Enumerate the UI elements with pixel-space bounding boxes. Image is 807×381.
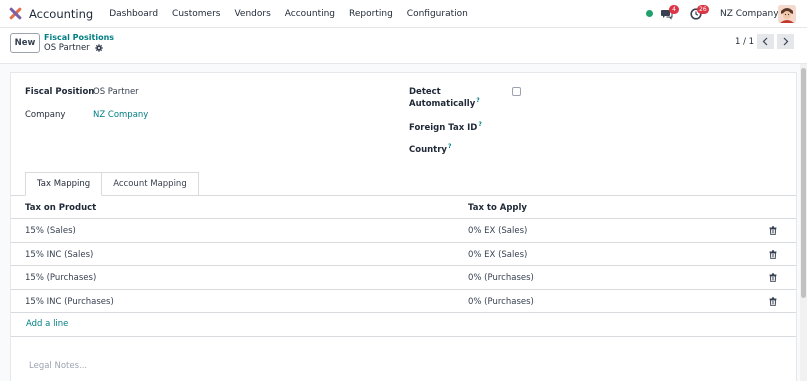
app-logo-icon: [9, 7, 22, 20]
form-sheet: Fiscal Position OS Partner Company NZ Co…: [10, 72, 797, 381]
add-line-link[interactable]: Add a line: [26, 319, 68, 329]
tax-on-product-cell[interactable]: 15% (Sales): [25, 226, 76, 236]
trash-icon[interactable]: [769, 226, 777, 235]
legal-notes-field[interactable]: Legal Notes...: [29, 361, 87, 371]
detect-automatically-checkbox[interactable]: [512, 87, 521, 96]
tax-to-apply-cell[interactable]: 0% EX (Sales): [468, 226, 527, 236]
country-label: Country?: [409, 143, 451, 155]
new-button[interactable]: New: [10, 33, 40, 53]
help-icon[interactable]: ?: [478, 121, 481, 128]
help-icon[interactable]: ?: [476, 97, 479, 104]
fiscal-position-label: Fiscal Position: [25, 87, 95, 97]
fiscal-position-field[interactable]: OS Partner: [93, 87, 139, 97]
breadcrumb-current: OS Partner: [44, 43, 103, 53]
chevron-left-icon: [762, 37, 768, 46]
header-tax-to-apply[interactable]: Tax to Apply: [468, 203, 527, 213]
table-row[interactable]: 15% INC (Purchases) 0% (Purchases): [11, 290, 796, 313]
top-navbar: Accounting Dashboard Customers Vendors A…: [0, 0, 807, 28]
breadcrumb-fiscal-positions[interactable]: Fiscal Positions: [44, 33, 114, 42]
pager-value[interactable]: 1 / 1: [735, 37, 754, 47]
record-title: OS Partner: [44, 43, 90, 53]
app-name[interactable]: Accounting: [29, 7, 93, 21]
company-field[interactable]: NZ Company: [93, 110, 148, 120]
pager-previous-button[interactable]: [757, 34, 774, 49]
chevron-right-icon: [783, 37, 789, 46]
tax-to-apply-cell[interactable]: 0% EX (Sales): [468, 250, 527, 260]
company-switcher[interactable]: NZ Company: [720, 9, 779, 19]
table-row[interactable]: 15% (Purchases) 0% (Purchases): [11, 266, 796, 290]
trash-icon[interactable]: [769, 273, 777, 282]
tax-to-apply-cell[interactable]: 0% (Purchases): [468, 297, 534, 307]
scrollbar-thumb[interactable]: [801, 68, 806, 298]
user-avatar[interactable]: [778, 5, 796, 23]
header-tax-on-product[interactable]: Tax on Product: [25, 203, 96, 213]
tax-on-product-cell[interactable]: 15% INC (Purchases): [25, 297, 114, 307]
table-row[interactable]: 15% (Sales) 0% EX (Sales): [11, 219, 796, 243]
table-header: Tax on Product Tax to Apply: [11, 196, 796, 219]
menu-vendors[interactable]: Vendors: [234, 9, 270, 19]
online-status-icon: [646, 10, 653, 17]
menu-customers[interactable]: Customers: [172, 9, 220, 19]
messages-badge: 4: [669, 5, 679, 14]
foreign-tax-id-text: Foreign Tax ID: [409, 122, 478, 133]
activities-badge: 26: [697, 5, 709, 14]
tab-tax-mapping[interactable]: Tax Mapping: [25, 172, 103, 196]
notes-divider: [11, 336, 796, 337]
detect-automatically-label: Detect Automatically?: [409, 87, 480, 109]
menu-dashboard[interactable]: Dashboard: [109, 9, 158, 19]
menu-reporting[interactable]: Reporting: [349, 9, 393, 19]
page-scrollbar[interactable]: [800, 64, 807, 381]
notebook-tabs: Tax Mapping Account Mapping: [25, 172, 199, 196]
foreign-tax-id-label: Foreign Tax ID?: [409, 121, 482, 133]
country-text: Country: [409, 144, 447, 155]
detect-label-line1: Detect: [409, 87, 441, 97]
tax-to-apply-cell[interactable]: 0% (Purchases): [468, 273, 534, 283]
tax-on-product-cell[interactable]: 15% (Purchases): [25, 273, 96, 283]
pager-next-button[interactable]: [777, 34, 794, 49]
user-avatar-icon: [778, 5, 796, 23]
app-brand[interactable]: Accounting: [9, 7, 93, 21]
trash-icon[interactable]: [769, 296, 777, 306]
tax-on-product-cell[interactable]: 15% INC (Sales): [25, 250, 93, 260]
tab-account-mapping[interactable]: Account Mapping: [102, 172, 199, 196]
menu-configuration[interactable]: Configuration: [407, 9, 468, 19]
help-icon[interactable]: ?: [448, 143, 451, 150]
table-row[interactable]: 15% INC (Sales) 0% EX (Sales): [11, 243, 796, 266]
main-menu: Dashboard Customers Vendors Accounting R…: [109, 9, 482, 19]
menu-accounting[interactable]: Accounting: [285, 9, 335, 19]
detect-label-line2: Automatically: [409, 98, 476, 109]
gear-icon[interactable]: [94, 44, 103, 52]
control-panel: New Fiscal Positions OS Partner 1 / 1: [0, 28, 807, 64]
company-label: Company: [25, 110, 66, 120]
trash-icon[interactable]: [769, 249, 777, 259]
